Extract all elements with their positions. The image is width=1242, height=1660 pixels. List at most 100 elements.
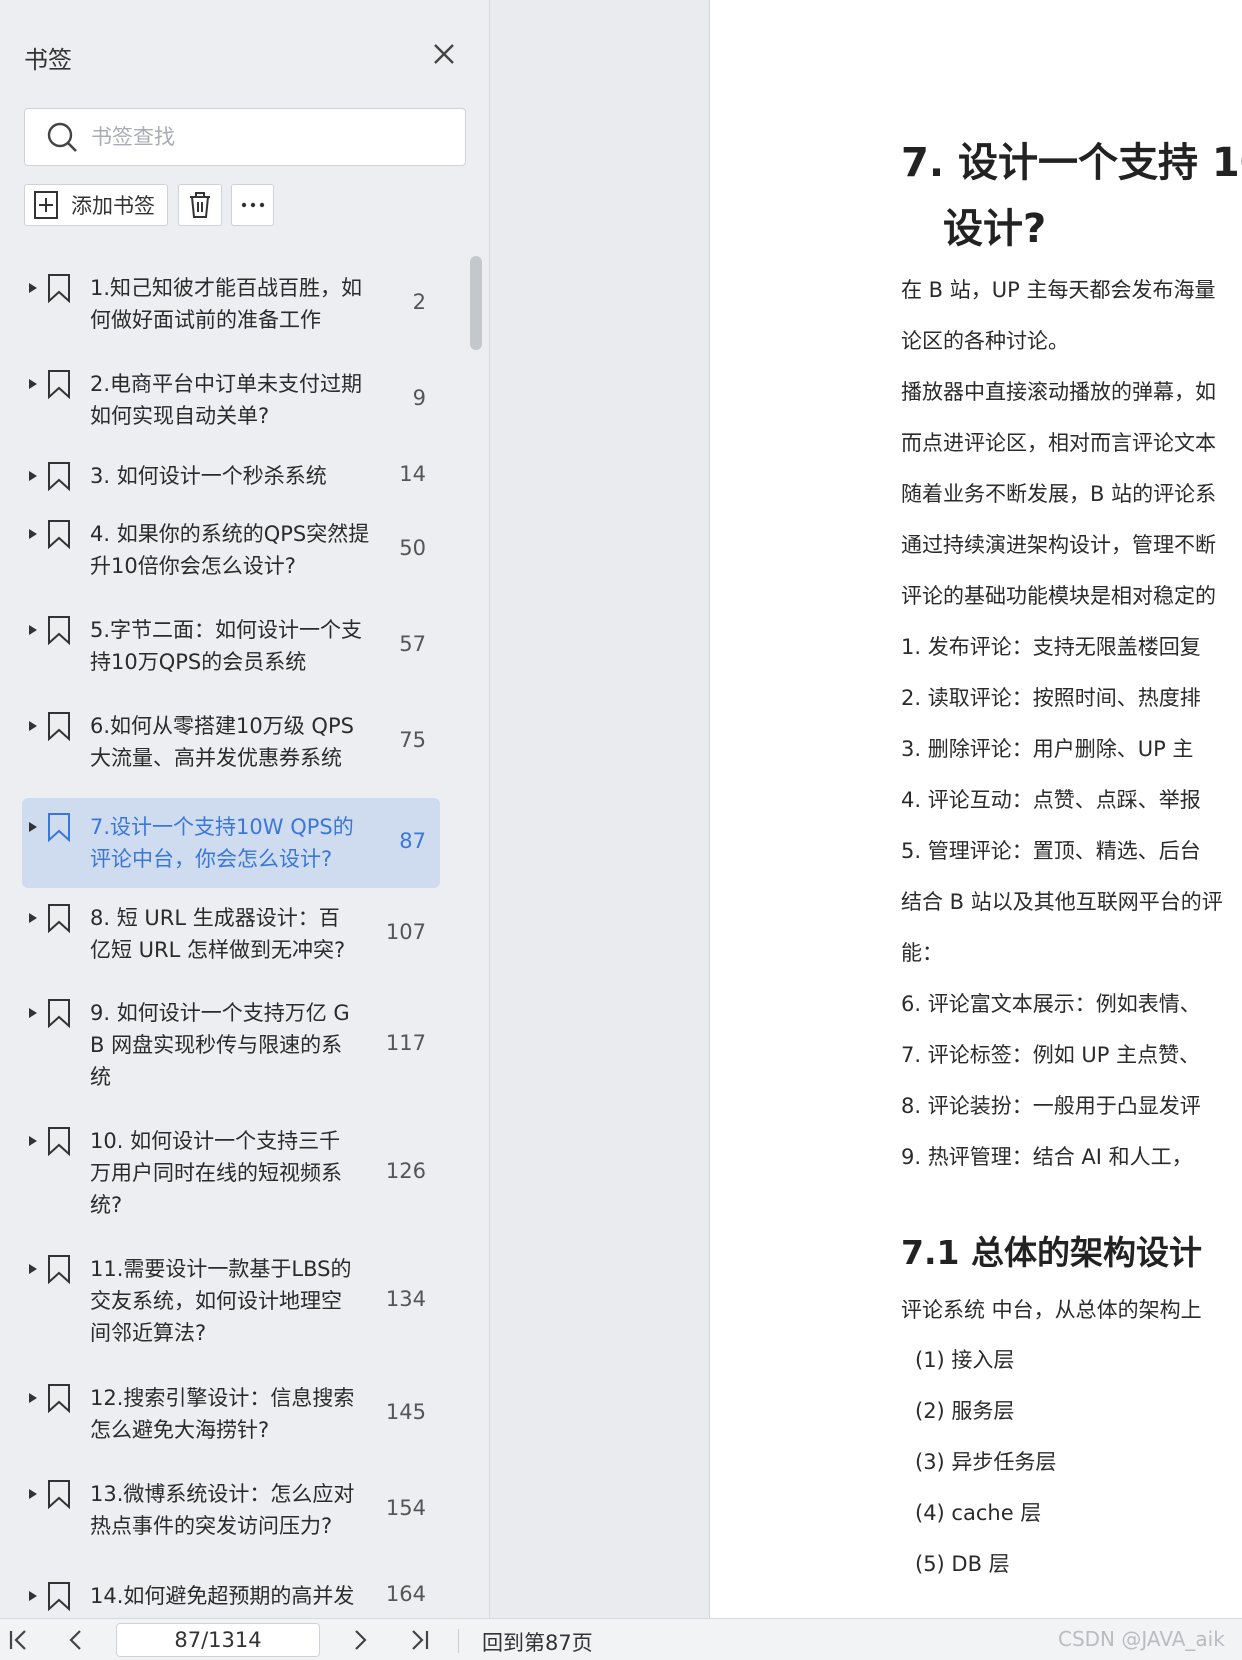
trash-icon — [190, 192, 210, 218]
bookmark-item[interactable]: 7.设计一个支持10W QPS的 评论中台，你会怎么设计? 87 — [22, 798, 440, 888]
bookmark-scrollbar[interactable] — [470, 256, 482, 350]
bookmark-page-number: 9 — [412, 386, 426, 410]
expand-arrow-icon[interactable] — [28, 1488, 38, 1500]
expand-arrow-icon[interactable] — [28, 378, 38, 390]
bookmark-item[interactable]: 1.知己知彼才能百战百胜，如 何做好面试前的准备工作 2 — [0, 264, 470, 344]
bookmark-icon — [48, 1255, 70, 1284]
bookmark-item[interactable]: 4. 如果你的系统的QPS突然提 升10倍你会怎么设计? 50 — [0, 510, 470, 590]
expand-arrow-icon[interactable] — [28, 1263, 38, 1275]
document-page: 7. 设计一个支持 10 设计? 在 B 站，UP 主每天都会发布海量 论区的各种… — [709, 0, 1242, 1618]
bookmark-item[interactable]: 9. 如何设计一个支持万亿 G B 网盘实现秒传与限速的系 统 117 — [0, 990, 470, 1100]
next-page-icon[interactable] — [346, 1626, 374, 1654]
bookmark-item[interactable]: 11.需要设计一款基于LBS的 交友系统，如何设计地理空 间邻近算法? 134 — [0, 1246, 470, 1356]
add-bookmark-label: 添加书签 — [71, 194, 155, 218]
bookmark-title: 13.微博系统设计：怎么应对 热点事件的突发访问压力? — [90, 1482, 355, 1538]
bookmark-icon — [48, 999, 70, 1028]
document-paragraph: 随着业务不断发展，B 站的评论系 — [901, 482, 1217, 506]
bookmark-page-number: 164 — [385, 1582, 426, 1606]
document-paragraph: 在 B 站，UP 主每天都会发布海量 — [901, 278, 1216, 302]
bookmark-icon — [48, 370, 70, 399]
document-paragraph: 论区的各种讨论。 — [901, 329, 1069, 353]
bookmark-search-input[interactable] — [91, 125, 465, 149]
first-page-icon[interactable] — [4, 1626, 32, 1654]
bookmark-page-number: 87 — [399, 829, 426, 853]
expand-arrow-icon[interactable] — [28, 912, 38, 924]
bookmark-page-number: 117 — [385, 1031, 426, 1055]
expand-arrow-icon[interactable] — [28, 1007, 38, 1019]
expand-arrow-icon[interactable] — [28, 1135, 38, 1147]
page-number-input[interactable] — [116, 1623, 320, 1657]
bookmark-item[interactable]: 5.字节二面：如何设计一个支 持10万QPS的会员系统 57 — [0, 606, 470, 686]
bookmark-title: 4. 如果你的系统的QPS突然提 升10倍你会怎么设计? — [90, 522, 370, 578]
expand-arrow-icon[interactable] — [28, 624, 38, 636]
bookmark-icon — [48, 712, 70, 741]
bookmark-page-number: 75 — [399, 728, 426, 752]
bookmark-title: 7.设计一个支持10W QPS的 评论中台，你会怎么设计? — [90, 815, 354, 871]
document-paragraph: 7. 评论标签：例如 UP 主点赞、 — [901, 1043, 1201, 1067]
bookmark-item[interactable]: 13.微博系统设计：怎么应对 热点事件的突发访问压力? 154 — [0, 1470, 470, 1550]
bookmark-item[interactable]: 3. 如何设计一个秒杀系统 14 — [0, 446, 470, 506]
add-bookmark-button[interactable]: 添加书签 — [24, 184, 168, 226]
document-paragraph: 而点进评论区，相对而言评论文本 — [901, 431, 1216, 455]
bookmark-page-number: 50 — [399, 536, 426, 560]
bookmark-title: 8. 短 URL 生成器设计：百 亿短 URL 怎样做到无冲突? — [90, 906, 346, 962]
bookmark-title: 12.搜索引擎设计：信息搜索 怎么避免大海捞针? — [90, 1386, 355, 1442]
bookmark-item[interactable]: 2.电商平台中订单未支付过期 如何实现自动关单? 9 — [0, 360, 470, 440]
chapter-heading-line1: 7. 设计一个支持 10 — [901, 140, 1242, 186]
bookmark-title: 3. 如何设计一个秒杀系统 — [90, 464, 327, 488]
more-options-button[interactable] — [231, 184, 274, 226]
goto-page-button[interactable]: 回到第87页 — [482, 1627, 593, 1657]
bookmark-title: 2.电商平台中订单未支付过期 如何实现自动关单? — [90, 372, 363, 428]
delete-bookmark-button[interactable] — [178, 184, 222, 226]
document-paragraph: 2. 读取评论：按照时间、热度排 — [901, 686, 1201, 710]
bookmark-page-number: 134 — [385, 1287, 426, 1311]
bookmark-title: 14.如何避免超预期的高并发 — [90, 1584, 355, 1608]
chapter-heading-line2: 设计? — [943, 206, 1047, 252]
document-paragraph: 4. 评论互动：点赞、点踩、举报 — [901, 788, 1201, 812]
bookmark-icon — [48, 616, 70, 645]
bookmark-page-number: 126 — [385, 1159, 426, 1183]
bookmark-title: 1.知己知彼才能百战百胜，如 何做好面试前的准备工作 — [90, 276, 363, 332]
bookmark-search-box[interactable] — [24, 108, 466, 166]
bookmark-title: 10. 如何设计一个支持三千 万用户同时在线的短视频系 统? — [90, 1129, 342, 1217]
bookmark-icon — [48, 274, 70, 303]
expand-arrow-icon[interactable] — [28, 720, 38, 732]
bookmark-list: 1.知己知彼才能百战百胜，如 何做好面试前的准备工作 2 2.电商平台中订单未支付过… — [0, 252, 470, 1616]
expand-arrow-icon[interactable] — [28, 470, 38, 482]
layer-item: (4) cache 层 — [915, 1501, 1042, 1525]
layer-item: (5) DB 层 — [915, 1552, 1010, 1576]
expand-arrow-icon[interactable] — [28, 528, 38, 540]
document-paragraph: 6. 评论富文本展示：例如表情、 — [901, 992, 1201, 1016]
bookmark-item[interactable]: 8. 短 URL 生成器设计：百 亿短 URL 怎样做到无冲突? 107 — [0, 894, 470, 974]
bookmark-item[interactable]: 10. 如何设计一个支持三千 万用户同时在线的短视频系 统? 126 — [0, 1118, 470, 1228]
close-icon[interactable] — [428, 38, 460, 70]
last-page-icon[interactable] — [406, 1626, 434, 1654]
expand-arrow-icon[interactable] — [28, 821, 38, 833]
search-icon — [47, 122, 77, 152]
navigation-bar: 回到第87页 CSDN @JAVA_aik — [0, 1618, 1242, 1660]
previous-page-icon[interactable] — [62, 1626, 90, 1654]
more-icon — [241, 202, 264, 208]
document-paragraph: 8. 评论装扮：一般用于凸显发评 — [901, 1094, 1201, 1118]
bookmark-icon — [48, 904, 70, 933]
bookmark-item[interactable]: 6.如何从零搭建10万级 QPS 大流量、高并发优惠券系统 75 — [0, 702, 470, 782]
page-gutter — [491, 0, 709, 1618]
expand-arrow-icon[interactable] — [28, 1392, 38, 1404]
bookmark-title: 11.需要设计一款基于LBS的 交友系统，如何设计地理空 间邻近算法? — [90, 1257, 352, 1345]
bookmark-icon — [48, 1127, 70, 1156]
bookmark-page-number: 145 — [385, 1400, 426, 1424]
layer-item: (2) 服务层 — [915, 1399, 1015, 1423]
expand-arrow-icon[interactable] — [28, 282, 38, 294]
add-bookmark-icon — [34, 191, 58, 219]
bookmark-title: 6.如何从零搭建10万级 QPS 大流量、高并发优惠券系统 — [90, 714, 354, 770]
bookmark-icon — [48, 1384, 70, 1413]
bookmark-page-number: 14 — [399, 462, 426, 486]
bookmark-item[interactable]: 14.如何避免超预期的高并发 164 — [0, 1566, 470, 1616]
bookmark-icon — [48, 520, 70, 549]
bookmark-icon — [48, 462, 70, 491]
bookmark-page-number: 2 — [412, 290, 426, 314]
bookmark-title: 9. 如何设计一个支持万亿 G B 网盘实现秒传与限速的系 统 — [90, 1001, 350, 1089]
bookmark-icon — [48, 813, 70, 842]
bookmark-item[interactable]: 12.搜索引擎设计：信息搜索 怎么避免大海捞针? 145 — [0, 1374, 470, 1454]
expand-arrow-icon[interactable] — [28, 1590, 38, 1602]
